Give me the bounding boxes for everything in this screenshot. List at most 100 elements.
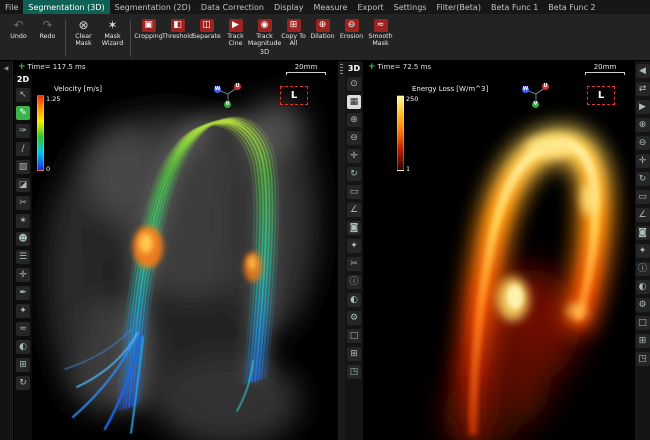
panel-divider[interactable] — [338, 61, 345, 440]
toolbar-button-icon: ◧ — [171, 19, 185, 32]
right-viewport-energy[interactable]: + Time= 72.5 ms 20mm Energy Loss [W/m^3]… — [363, 61, 635, 440]
ruler-tool[interactable]: ▭ — [347, 185, 361, 199]
copy-to-all-button[interactable]: ⊞ Copy To All — [279, 16, 308, 48]
toolbar-divider — [130, 19, 131, 57]
menu-item[interactable]: Display — [269, 0, 309, 14]
collapse-arrow-icon[interactable]: ◀ — [4, 65, 9, 72]
clear-mask-button[interactable]: ⊗ Clear Mask — [69, 16, 98, 48]
mask-wizard-button[interactable]: ✶ Mask Wizard — [98, 16, 127, 48]
menu-item[interactable]: Data Correction — [196, 0, 269, 14]
axis-v-node: V — [224, 101, 231, 108]
droplet-tool[interactable]: ✦ — [347, 239, 361, 253]
menu-item[interactable]: Settings — [389, 0, 432, 14]
smooth-tool[interactable]: ≈ — [16, 322, 30, 336]
colorbar-gradient — [37, 95, 44, 171]
contrast-tool[interactable]: ◐ — [636, 280, 650, 294]
left-viewport-flow[interactable]: + Time= 117.5 ms 20mm Velocity [m/s] 1.2… — [13, 61, 338, 440]
fullscreen-tool[interactable]: ◳ — [347, 365, 361, 379]
time-label: Time= 117.5 ms — [28, 63, 86, 71]
zoom-in-tool[interactable]: ⊕ — [636, 118, 650, 132]
menu-item[interactable]: Filter(Beta) — [431, 0, 486, 14]
menu-item[interactable]: Segmentation (3D) — [23, 0, 109, 14]
redo-button[interactable]: ↷ Redo — [33, 16, 62, 40]
scale-indicator: 20mm — [585, 63, 625, 75]
pencil-tool[interactable]: ✎ — [16, 106, 30, 120]
menu-item[interactable]: Beta Func 1 — [486, 0, 543, 14]
settings-tool[interactable]: ⚙ — [636, 298, 650, 312]
wand-tool[interactable]: ✶ — [16, 214, 30, 228]
menu-item[interactable]: Segmentation (2D) — [110, 0, 196, 14]
clip-plane-tool[interactable]: ✂ — [347, 257, 361, 271]
threshold-button[interactable]: ◧ Threshold — [163, 16, 192, 48]
collapse-panel-tool[interactable]: ◀ — [636, 64, 650, 78]
render-preset-tool[interactable]: ▦ — [347, 95, 361, 109]
layers-tool[interactable]: ☰ — [16, 250, 30, 264]
left-collapse-strip[interactable]: ◀ — [0, 61, 13, 440]
power-tool[interactable]: ⊙ — [347, 77, 361, 91]
contrast-tool[interactable]: ◐ — [347, 293, 361, 307]
cropping-button[interactable]: ▣ Cropping — [134, 16, 163, 48]
toolbar-button-label: Erosion — [340, 33, 363, 40]
monitor-tool[interactable]: □ — [636, 316, 650, 330]
separate-button[interactable]: ◫ Separate — [192, 16, 221, 48]
grid-tool[interactable]: ⊞ — [16, 358, 30, 372]
zoom-out-tool[interactable]: ⊖ — [636, 136, 650, 150]
pointer-tool[interactable]: ↖ — [16, 88, 30, 102]
menu-item[interactable]: File — [0, 0, 23, 14]
layout-tool[interactable]: ⊞ — [636, 334, 650, 348]
ruler-tool[interactable]: ▭ — [636, 190, 650, 204]
droplet-tool[interactable]: ✦ — [636, 244, 650, 258]
zoom-in-tool[interactable]: ⊕ — [347, 113, 361, 127]
info-tool[interactable]: ⓘ — [347, 275, 361, 289]
menu-item[interactable]: Export — [352, 0, 388, 14]
reset-view-tool[interactable]: ↻ — [16, 376, 30, 390]
monitor-tool[interactable]: □ — [347, 329, 361, 343]
camera-snapshot-tool[interactable]: ◙ — [347, 221, 361, 235]
colorbar-title: Velocity [m/s] — [54, 85, 102, 93]
info-tool[interactable]: ⓘ — [636, 262, 650, 276]
toolbar-button-icon: ◉ — [258, 19, 272, 32]
menu-item[interactable]: Beta Func 2 — [543, 0, 600, 14]
pan-tool[interactable]: ✛ — [347, 149, 361, 163]
time-indicator: + Time= 72.5 ms — [368, 63, 431, 71]
camera-snapshot-tool[interactable]: ◙ — [636, 226, 650, 240]
profile-tool[interactable]: ☻ — [16, 232, 30, 246]
eraser-tool[interactable]: ◪ — [16, 178, 30, 192]
smooth-mask-button[interactable]: ≈ Smooth Mask — [366, 16, 395, 48]
contrast-tool[interactable]: ◐ — [16, 340, 30, 354]
scale-bar — [585, 72, 625, 75]
crosshair-tool[interactable]: ✛ — [16, 268, 30, 282]
rotate-tool[interactable]: ↻ — [636, 172, 650, 186]
right-edge-toolbar: ◀ ⇄ ▶ ⊕ ⊖ ✛ ↻ ▭ ∠ ◙ ✦ ⓘ ◐ ⚙ □ ⊞ ◳ — [635, 61, 650, 440]
settings-tool[interactable]: ⚙ — [347, 311, 361, 325]
undo-button[interactable]: ↶ Undo — [4, 16, 33, 40]
erosion-button[interactable]: ⊖ Erosion — [337, 16, 366, 48]
scissors-tool[interactable]: ✂ — [16, 196, 30, 210]
track-cine-button[interactable]: ▶ Track Cine — [221, 16, 250, 48]
sync-tool[interactable]: ⇄ — [636, 82, 650, 96]
toolbar-button-icon: ⊗ — [77, 18, 91, 32]
droplet-tool[interactable]: ✦ — [16, 304, 30, 318]
zoom-out-tool[interactable]: ⊖ — [347, 131, 361, 145]
fill-tool[interactable]: ▨ — [16, 160, 30, 174]
brush-tool[interactable]: ✑ — [16, 124, 30, 138]
cine-play-tool[interactable]: ▶ — [636, 100, 650, 114]
track-magnitude-button[interactable]: ◉ Track Magnitude — [250, 16, 279, 48]
angle-tool[interactable]: ∠ — [347, 203, 361, 217]
rail-mode-label: 2D — [17, 75, 29, 84]
pan-tool[interactable]: ✛ — [636, 154, 650, 168]
scale-label: 20mm — [286, 63, 326, 71]
divider-handle-icon[interactable] — [340, 64, 343, 75]
menu-bar: FileSegmentation (3D)Segmentation (2D)Da… — [0, 0, 650, 14]
angle-tool[interactable]: ∠ — [636, 208, 650, 222]
line-tool[interactable]: ∕ — [16, 142, 30, 156]
pen-tool[interactable]: ✒ — [16, 286, 30, 300]
menu-item[interactable]: Measure — [308, 0, 352, 14]
colorbar-max-value: 1.25 — [46, 95, 60, 103]
rotate-tool[interactable]: ↻ — [347, 167, 361, 181]
fullscreen-tool[interactable]: ◳ — [636, 352, 650, 366]
dilation-button[interactable]: ⊕ Dilation — [308, 16, 337, 48]
velocity-colorbar: Velocity [m/s] 1.25 0 — [37, 85, 102, 173]
layout-tool[interactable]: ⊞ — [347, 347, 361, 361]
toolbar-group-label: 3D — [260, 48, 270, 56]
